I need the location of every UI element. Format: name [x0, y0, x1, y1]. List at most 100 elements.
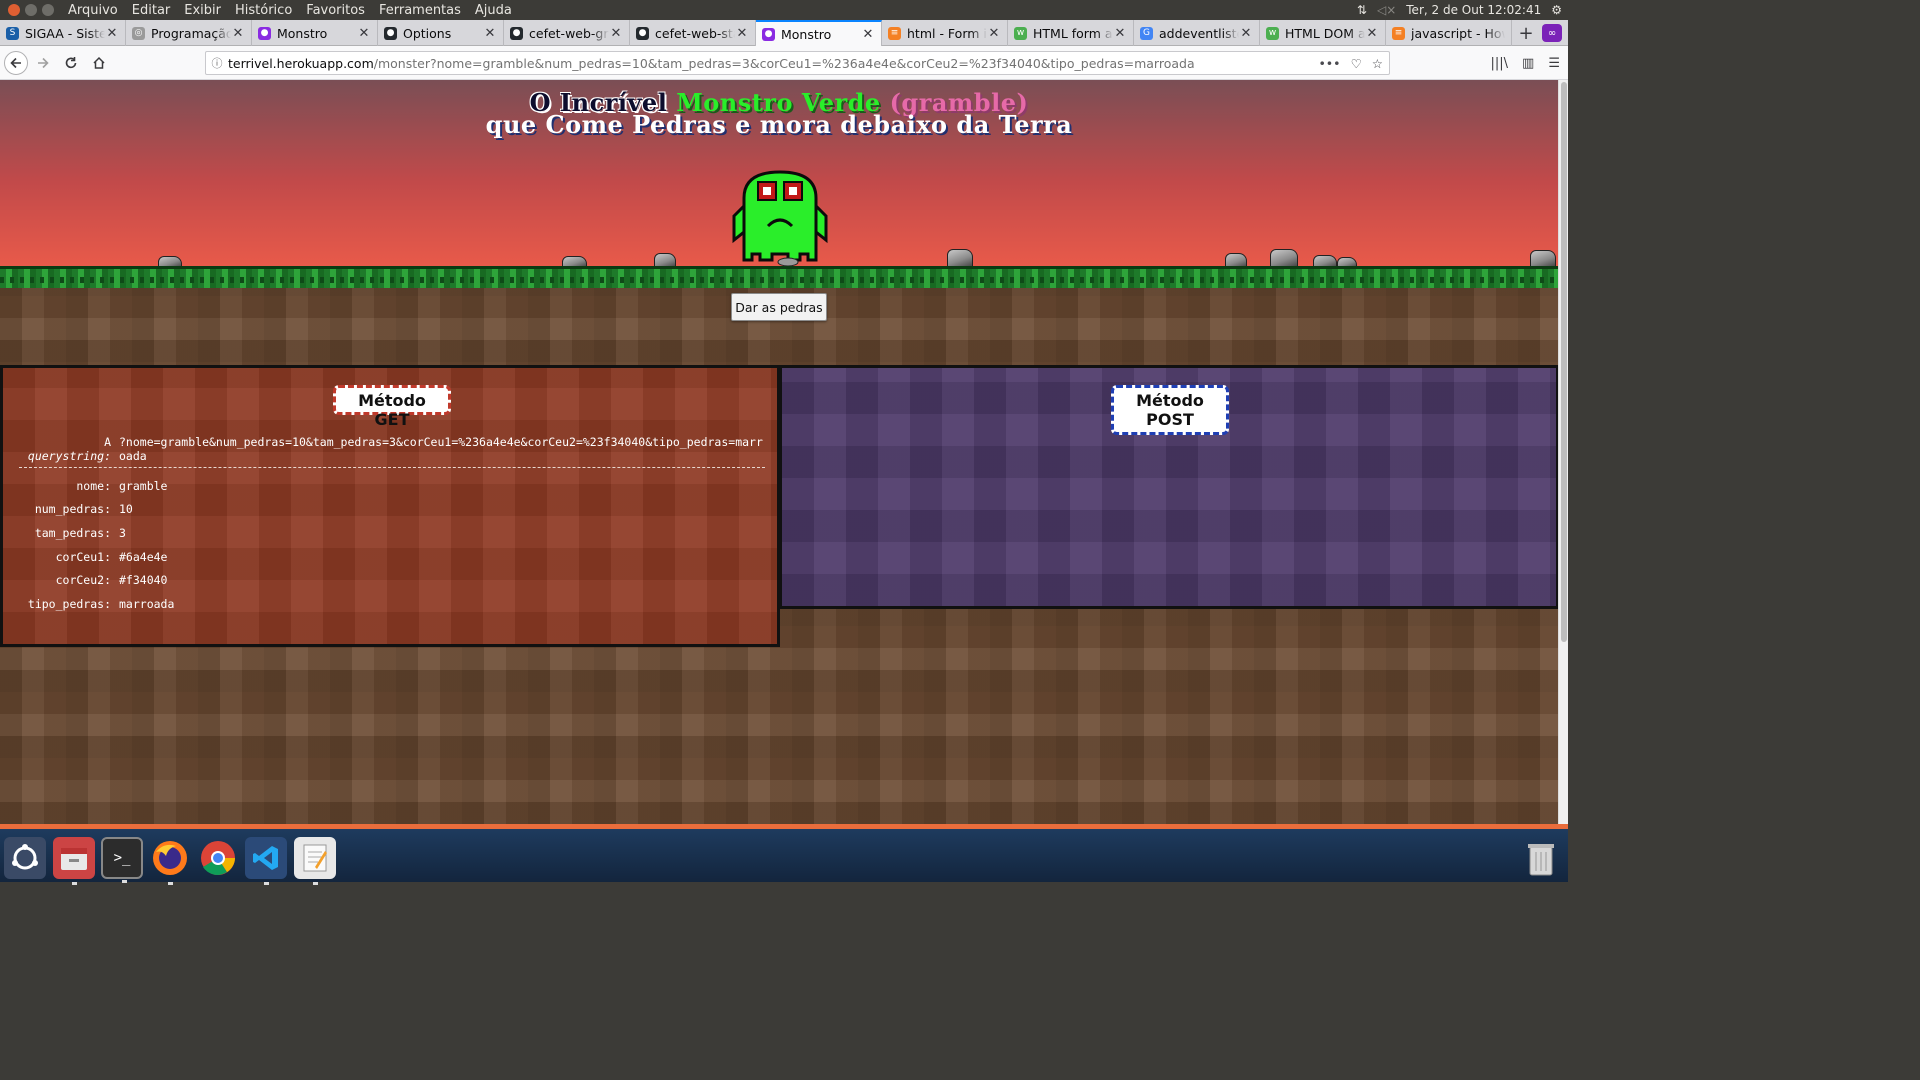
window-minimize-button[interactable]	[25, 4, 37, 16]
scrollbar-thumb[interactable]	[1561, 82, 1567, 642]
running-indicator	[313, 882, 318, 885]
close-tab-icon[interactable]: ✕	[987, 26, 1001, 41]
tab-sigaa[interactable]: S SIGAA - Sistema✕	[0, 20, 126, 46]
library-icon[interactable]: |||\	[1491, 56, 1509, 71]
tab-html-form[interactable]: ≡ html - Form is ✕	[882, 20, 1008, 46]
param-row-num-pedras: num_pedras: 10	[19, 498, 765, 522]
param-key: num_pedras:	[34, 502, 111, 517]
volume-muted-icon[interactable]: ◁×	[1377, 3, 1396, 17]
github-icon: ●	[510, 26, 523, 40]
give-stones-button[interactable]: Dar as pedras	[731, 293, 827, 321]
navigation-bar: ⓘ terrivel.herokuapp.com/monster?nome=gr…	[0, 46, 1568, 80]
page-scrollbar[interactable]	[1558, 80, 1568, 824]
extension-mask-icon[interactable]: ∞	[1542, 24, 1562, 42]
param-value: 10	[119, 502, 133, 517]
tab-label: cefet-web-grameble	[529, 25, 609, 41]
tab-label: html - Form is	[907, 25, 987, 41]
back-arrow-icon[interactable]	[4, 50, 28, 75]
vscode-icon[interactable]	[245, 837, 287, 885]
querystring-table: A querystring: ?nome=gramble&num_pedras=…	[19, 435, 765, 616]
menu-ajuda[interactable]: Ajuda	[475, 3, 512, 18]
close-tab-icon[interactable]: ✕	[105, 26, 119, 41]
window-close-button[interactable]	[8, 4, 20, 16]
page-actions-icon[interactable]: •••	[1318, 56, 1340, 71]
bookmark-star-icon[interactable]: ☆	[1372, 56, 1383, 71]
tab-programacao[interactable]: ◎ Programação ✕	[126, 20, 252, 46]
terminal-icon[interactable]: >_	[101, 837, 143, 883]
tab-cefet-web-gramble[interactable]: ● cefet-web-grameble✕	[504, 20, 630, 46]
post-panel-title: Método POST	[1111, 385, 1229, 435]
sidebar-icon[interactable]: ▥	[1522, 56, 1534, 71]
param-value: 3	[119, 525, 126, 540]
querystring-label-text: querystring:	[27, 449, 111, 463]
menu-historico[interactable]: Histórico	[235, 3, 292, 18]
param-row-tipo-pedras: tipo_pedras: marroada	[19, 592, 765, 616]
tab-monstro-active[interactable]: ● Monstro ✕	[756, 20, 882, 46]
new-tab-plus-icon[interactable]: +	[1512, 20, 1540, 46]
tab-cefet-web-starter[interactable]: ● cefet-web-starter✕	[630, 20, 756, 46]
tab-options[interactable]: ● Options ✕	[378, 20, 504, 46]
param-value: marroada	[119, 596, 175, 611]
window-maximize-button[interactable]	[42, 4, 54, 16]
tab-monstro-1[interactable]: ● Monstro ✕	[252, 20, 378, 46]
close-tab-icon[interactable]: ✕	[357, 26, 371, 41]
tab-addeventlistener[interactable]: Gaddeventlistener✕	[1134, 20, 1260, 46]
param-row-nome: nome: gramble	[19, 474, 765, 498]
close-tab-icon[interactable]: ✕	[1113, 26, 1127, 41]
google-icon: G	[1140, 26, 1153, 40]
settings-gear-icon[interactable]: ⚙	[1551, 3, 1562, 17]
pocket-icon[interactable]: ♡	[1351, 56, 1362, 71]
chrome-icon[interactable]	[197, 837, 239, 879]
param-value: #6a4e4e	[119, 549, 168, 564]
menu-editar[interactable]: Editar	[132, 3, 171, 18]
network-icon[interactable]: ⇅	[1357, 3, 1367, 17]
menu-ferramentas[interactable]: Ferramentas	[379, 3, 461, 18]
monster-icon: ●	[258, 26, 271, 40]
forward-arrow-icon[interactable]	[30, 50, 56, 76]
menu-exibir[interactable]: Exibir	[184, 3, 221, 18]
running-indicator	[264, 882, 269, 885]
close-tab-icon[interactable]: ✕	[861, 27, 875, 42]
hamburger-menu-icon[interactable]: ☰	[1548, 56, 1560, 71]
close-tab-icon[interactable]: ✕	[735, 26, 749, 41]
tab-label: HTML form ac	[1033, 25, 1113, 41]
home-icon[interactable]	[86, 50, 112, 76]
firefox-icon[interactable]	[149, 837, 191, 885]
close-tab-icon[interactable]: ✕	[609, 26, 623, 41]
close-tab-icon[interactable]: ✕	[231, 26, 245, 41]
github-icon: ●	[636, 26, 649, 40]
post-title-line1: Método	[1136, 391, 1204, 410]
title-subtitle: que Come Pedras e mora debaixo da Terra	[485, 110, 1073, 139]
close-tab-icon[interactable]: ✕	[483, 26, 497, 41]
tab-label: javascript - How	[1411, 25, 1505, 41]
menu-arquivo[interactable]: Arquivo	[68, 3, 118, 18]
running-indicator	[168, 882, 173, 885]
tab-label: addeventlistener	[1159, 25, 1239, 41]
trash-icon[interactable]	[1520, 837, 1562, 879]
tab-html-form-action[interactable]: w HTML form ac ✕	[1008, 20, 1134, 46]
site-info-icon[interactable]: ⓘ	[206, 55, 228, 71]
menu-favoritos[interactable]: Favoritos	[306, 3, 365, 18]
tab-label: SIGAA - Sistema	[25, 25, 105, 41]
close-tab-icon[interactable]: ✕	[1239, 26, 1253, 41]
files-icon[interactable]	[53, 837, 95, 885]
globe-icon: ◎	[132, 26, 145, 40]
text-editor-icon[interactable]	[294, 837, 336, 885]
clock[interactable]: Ter, 2 de Out 12:02:41	[1406, 3, 1541, 17]
terminal-prompt-glyph: >_	[113, 850, 131, 866]
close-tab-icon[interactable]: ✕	[1365, 26, 1379, 41]
param-row-corceu1: corCeu1: #6a4e4e	[19, 545, 765, 569]
param-key: tam_pedras:	[34, 525, 111, 540]
url-bar[interactable]: ⓘ terrivel.herokuapp.com/monster?nome=gr…	[205, 51, 1390, 75]
param-key: corCeu1:	[55, 549, 111, 564]
ubuntu-dash-icon[interactable]	[4, 837, 46, 879]
reload-icon[interactable]	[58, 50, 84, 76]
param-row-corceu2: corCeu2: #f34040	[19, 568, 765, 592]
get-panel-title: Método GET	[333, 385, 451, 429]
tab-html-dom[interactable]: w HTML DOM a ✕	[1260, 20, 1386, 46]
tab-javascript-how[interactable]: ≡ javascript - How	[1386, 20, 1512, 46]
w3schools-icon: w	[1266, 26, 1279, 40]
system-top-bar: Arquivo Editar Exibir Histórico Favorito…	[0, 0, 1568, 20]
tab-label: HTML DOM a	[1285, 25, 1365, 41]
param-value: gramble	[119, 478, 168, 493]
